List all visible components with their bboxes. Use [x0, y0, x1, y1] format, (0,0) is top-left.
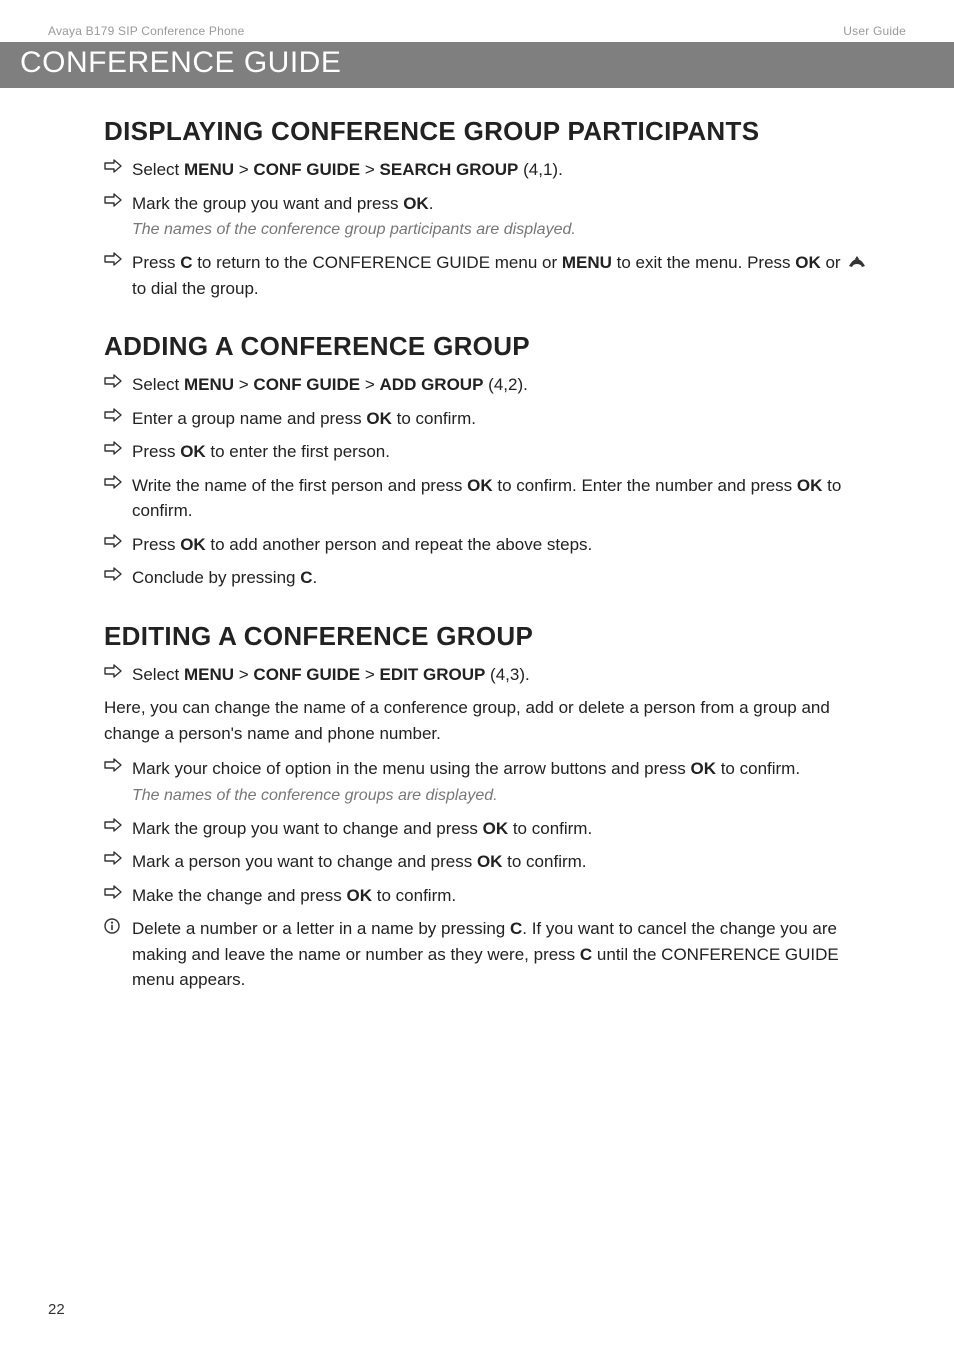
step-text: Conclude by pressing C.	[132, 568, 317, 587]
step-item: Conclude by pressing C.	[104, 565, 882, 591]
step-text: Press OK to add another person and repea…	[132, 535, 592, 554]
step-item: Mark the group you want and press OK. The…	[104, 191, 882, 243]
arrow-right-icon	[104, 818, 122, 832]
arrow-right-icon	[104, 885, 122, 899]
arrow-right-icon	[104, 252, 122, 266]
arrow-right-icon	[104, 193, 122, 207]
step-item: Press OK to enter the first person.	[104, 439, 882, 465]
step-item: Select MENU > CONF GUIDE > EDIT GROUP (4…	[104, 662, 882, 688]
section-heading: ADDING A CONFERENCE GROUP	[104, 331, 882, 362]
arrow-right-icon	[104, 374, 122, 388]
header-right: User Guide	[843, 24, 906, 38]
step-item: Write the name of the first person and p…	[104, 473, 882, 524]
step-text: Mark the group you want to change and pr…	[132, 819, 592, 838]
section-heading: DISPLAYING CONFERENCE GROUP PARTICIPANTS	[104, 116, 882, 147]
page-number: 22	[48, 1301, 65, 1318]
step-text: Mark your choice of option in the menu u…	[132, 759, 800, 778]
section-heading: EDITING A CONFERENCE GROUP	[104, 621, 882, 652]
step-text: Delete a number or a letter in a name by…	[132, 919, 839, 989]
step-item: Enter a group name and press OK to confi…	[104, 406, 882, 432]
section-paragraph: Here, you can change the name of a confe…	[104, 695, 882, 746]
arrow-right-icon	[104, 159, 122, 173]
arrow-right-icon	[104, 441, 122, 455]
step-item: Make the change and press OK to confirm.	[104, 883, 882, 909]
step-text: Press C to return to the CONFERENCE GUID…	[132, 253, 869, 298]
info-icon	[104, 918, 120, 934]
arrow-right-icon	[104, 408, 122, 422]
step-item: Press OK to add another person and repea…	[104, 532, 882, 558]
page-banner: CONFERENCE GUIDE	[0, 42, 954, 88]
step-text: Select MENU > CONF GUIDE > ADD GROUP (4,…	[132, 375, 528, 394]
step-item: Select MENU > CONF GUIDE > SEARCH GROUP …	[104, 157, 882, 183]
step-text: Select MENU > CONF GUIDE > EDIT GROUP (4…	[132, 665, 530, 684]
step-text: Mark the group you want and press OK.	[132, 194, 433, 213]
step-text: Select MENU > CONF GUIDE > SEARCH GROUP …	[132, 160, 563, 179]
handset-icon	[847, 255, 867, 269]
step-text: Press OK to enter the first person.	[132, 442, 390, 461]
arrow-right-icon	[104, 664, 122, 678]
step-note: The names of the conference group partic…	[132, 218, 882, 242]
arrow-right-icon	[104, 567, 122, 581]
arrow-right-icon	[104, 758, 122, 772]
step-item: Mark your choice of option in the menu u…	[104, 756, 882, 808]
step-item: Select MENU > CONF GUIDE > ADD GROUP (4,…	[104, 372, 882, 398]
step-item: Mark the group you want to change and pr…	[104, 816, 882, 842]
header-left: Avaya B179 SIP Conference Phone	[48, 24, 245, 38]
arrow-right-icon	[104, 475, 122, 489]
arrow-right-icon	[104, 534, 122, 548]
step-item: Mark a person you want to change and pre…	[104, 849, 882, 875]
step-item: Press C to return to the CONFERENCE GUID…	[104, 250, 882, 301]
step-text: Mark a person you want to change and pre…	[132, 852, 587, 871]
arrow-right-icon	[104, 851, 122, 865]
step-item: Delete a number or a letter in a name by…	[104, 916, 882, 993]
step-text: Write the name of the first person and p…	[132, 476, 841, 521]
step-text: Make the change and press OK to confirm.	[132, 886, 456, 905]
step-text: Enter a group name and press OK to confi…	[132, 409, 476, 428]
step-note: The names of the conference groups are d…	[132, 784, 882, 808]
